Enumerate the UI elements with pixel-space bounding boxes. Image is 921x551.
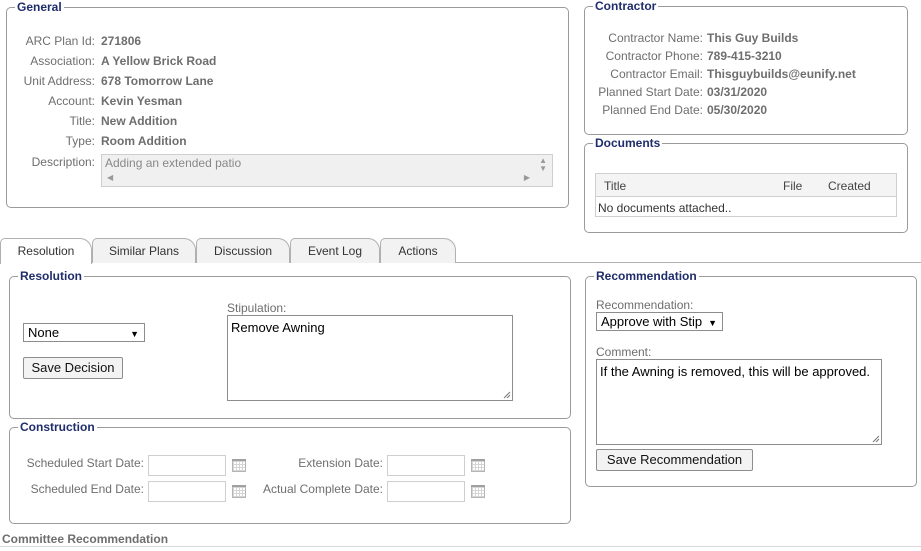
planned-end-value: 05/30/2020 — [707, 103, 768, 117]
recommendation-select[interactable]: Approve with Stip ▼ — [596, 312, 723, 331]
column-created-header[interactable]: Created — [828, 179, 871, 193]
construction-legend: Construction — [18, 420, 97, 434]
general-legend: General — [15, 0, 64, 14]
contractor-phone-label: Contractor Phone: — [605, 49, 703, 63]
construction-panel: Construction — [9, 420, 571, 524]
arc-plan-id-label: ARC Plan Id: — [25, 34, 95, 48]
type-label: Type: — [65, 134, 95, 148]
tab-resolution[interactable]: Resolution — [0, 238, 92, 264]
actual-complete-input[interactable] — [387, 481, 465, 502]
stipulation-label: Stipulation: — [227, 301, 287, 315]
description-field[interactable]: Adding an extended patio ▲ ▼ ◀ ▶ — [101, 154, 553, 187]
decision-select[interactable]: None ▼ — [23, 323, 145, 342]
recommendation-legend: Recommendation — [594, 269, 699, 283]
recommendation-select-value: Approve with Stip — [601, 314, 703, 329]
tab-event-log[interactable]: Event Log — [290, 238, 380, 263]
description-label: Description: — [31, 155, 95, 169]
column-file-header[interactable]: File — [783, 179, 802, 193]
committee-divider — [0, 546, 921, 547]
account-value: Kevin Yesman — [101, 94, 183, 108]
contractor-legend: Contractor — [593, 0, 659, 13]
documents-legend: Documents — [593, 136, 663, 150]
comment-textarea[interactable]: If the Awning is removed, this will be a… — [596, 359, 882, 445]
description-text: Adding an extended patio — [105, 156, 242, 170]
planned-start-value: 03/31/2020 — [707, 85, 768, 99]
title-value: New Addition — [101, 114, 178, 128]
scroll-down-icon[interactable]: ▼ — [539, 165, 547, 173]
planned-start-label: Planned Start Date: — [598, 85, 703, 99]
decision-select-value: None — [28, 325, 60, 340]
documents-empty-message: No documents attached.. — [598, 201, 732, 215]
calendar-icon[interactable] — [232, 459, 246, 472]
stipulation-text: Remove Awning — [231, 320, 325, 335]
resolution-legend: Resolution — [18, 269, 84, 283]
contractor-email-value: Thisguybuilds@eunify.net — [707, 67, 856, 81]
account-label: Account: — [48, 94, 95, 108]
calendar-icon[interactable] — [471, 459, 485, 472]
extension-date-input[interactable] — [387, 455, 465, 476]
planned-end-label: Planned End Date: — [602, 103, 703, 117]
association-value: A Yellow Brick Road — [101, 54, 217, 68]
unit-address-label: Unit Address: — [23, 74, 95, 88]
contractor-name-label: Contractor Name: — [608, 31, 703, 45]
calendar-icon[interactable] — [471, 485, 485, 498]
resize-grip-icon[interactable] — [503, 391, 511, 399]
scheduled-end-label: Scheduled End Date: — [30, 482, 144, 496]
comment-label: Comment: — [596, 345, 652, 359]
tab-similar-plans[interactable]: Similar Plans — [92, 238, 196, 263]
scheduled-start-input[interactable] — [148, 455, 226, 476]
comment-text: If the Awning is removed, this will be a… — [600, 364, 871, 379]
scheduled-end-input[interactable] — [148, 481, 226, 502]
contractor-name-value: This Guy Builds — [707, 31, 799, 45]
extension-date-label: Extension Date: — [298, 456, 383, 470]
calendar-icon[interactable] — [232, 485, 246, 498]
contractor-email-label: Contractor Email: — [610, 67, 703, 81]
scroll-right-icon[interactable]: ▶ — [524, 174, 530, 182]
resize-grip-icon[interactable] — [872, 435, 880, 443]
tab-actions[interactable]: Actions — [380, 238, 456, 263]
chevron-down-icon: ▼ — [130, 329, 139, 339]
tab-discussion[interactable]: Discussion — [196, 238, 290, 263]
committee-recommendation-heading: Committee Recommendation — [2, 532, 169, 546]
arc-plan-id-value: 271806 — [101, 34, 142, 48]
contractor-phone-value: 789-415-3210 — [707, 49, 782, 63]
save-decision-button[interactable]: Save Decision — [23, 357, 123, 379]
actual-complete-label: Actual Complete Date: — [262, 482, 383, 496]
documents-table-header: Title File Created — [596, 174, 896, 197]
association-label: Association: — [30, 54, 95, 68]
title-label: Title: — [69, 114, 95, 128]
scheduled-start-label: Scheduled Start Date: — [26, 456, 144, 470]
documents-table: Title File Created No documents attached… — [595, 173, 897, 217]
recommendation-label: Recommendation: — [596, 298, 694, 312]
chevron-down-icon: ▼ — [708, 318, 717, 328]
save-recommendation-button[interactable]: Save Recommendation — [596, 449, 753, 471]
column-title-header[interactable]: Title — [604, 179, 626, 193]
stipulation-textarea[interactable]: Remove Awning — [227, 315, 513, 401]
type-value: Room Addition — [101, 134, 187, 148]
scroll-left-icon[interactable]: ◀ — [107, 174, 113, 182]
unit-address-value: 678 Tomorrow Lane — [101, 74, 214, 88]
